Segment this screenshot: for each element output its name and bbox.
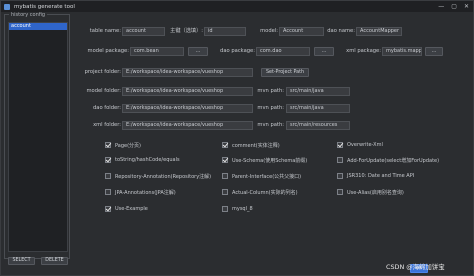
checkbox-icon [105,173,111,179]
xml-package-label: xml package: [346,48,381,54]
dao-folder-field[interactable]: E:/workspace/idea-workspace/vueshop [122,104,253,113]
app-window: mybatis generate tool — ▢ ✕ history conf… [0,0,474,276]
app-icon [4,3,10,10]
window-title: mybatis generate tool [14,3,75,10]
checkbox-icon [222,189,228,195]
list-item[interactable]: account [9,23,67,30]
maximize-icon[interactable]: ▢ [451,3,457,10]
option-use-schema-checkbox[interactable]: Use-Schema(使用Schema前缀) [222,156,307,164]
option-overwrite-xml-checkbox[interactable]: Overwrite-Xml [337,141,383,149]
dao-mvn-path-label: mvn path: [257,105,284,111]
history-config-list[interactable]: account [8,22,68,252]
checkbox-icon [222,157,228,163]
window-controls: — ▢ ✕ [438,3,469,10]
xml-folder-field[interactable]: E:/workspace/idea-workspace/vueshop [122,121,253,130]
checkbox-icon [337,173,343,179]
checkbox-icon [105,157,111,163]
checkbox-icon [337,142,343,148]
checkbox-icon [222,142,228,148]
model-label: model: [260,28,278,34]
checkbox-icon [337,157,343,163]
delete-button[interactable]: DELETE [41,257,68,265]
checkbox-icon [105,142,111,148]
xml-mvn-path-field[interactable]: src/main/resources [286,121,350,130]
checkbox-icon [222,206,228,212]
select-button[interactable]: SELECT [8,257,35,265]
model-mvn-path-label: mvn path: [257,88,284,94]
checkbox-icon [105,189,111,195]
dao-folder-label: dao folder: [92,105,121,111]
option-actual-column-checkbox[interactable]: Actual-Column(实际的列名) [222,188,298,196]
dao-package-field[interactable]: com.dao [256,47,310,56]
table-name-label: table name: [89,28,121,34]
set-project-path-button[interactable]: Set-Project Path [261,68,309,77]
dao-mvn-path-field[interactable]: src/main/java [286,104,350,113]
primary-key-label: 主键（选填）: [170,28,203,34]
option-repository-annotation-checkbox[interactable]: Repository-Annotation(Repository注解) [105,172,211,180]
model-package-browse-button[interactable]: ... [188,47,208,56]
sidebar-actions: SELECT DELETE [8,257,72,265]
option-page-checkbox[interactable]: Page(分页) [105,141,141,149]
option-mysql8-checkbox[interactable]: mysql_8 [222,205,253,213]
dao-package-label: dao package: [220,48,255,54]
project-folder-field[interactable]: E:/workspace/idea-workspace/vueshop [122,68,253,77]
model-package-label: model package: [87,48,129,54]
option-parent-interface-checkbox[interactable]: Parent-Interface(公共父接口) [222,172,301,180]
title-bar: mybatis generate tool — ▢ ✕ [1,1,473,12]
dao-package-browse-button[interactable]: ... [314,47,334,56]
option-jsr310-checkbox[interactable]: JSR310: Date and Time API [337,172,414,180]
dao-name-label: dao name: [327,28,355,34]
project-folder-label: project folder: [84,69,121,75]
option-add-forupdate-checkbox[interactable]: Add-ForUpdate(select增加ForUpdate) [337,156,439,164]
history-config-panel: history config account SELECT DELETE [4,12,70,265]
model-folder-label: model folder: [86,88,121,94]
watermark: CSDN @海绵加饼宝 [386,263,445,271]
table-name-field[interactable]: account [122,27,165,36]
option-use-alias-checkbox[interactable]: Use-Alias(启用别名查询) [337,188,404,196]
minimize-icon[interactable]: — [438,3,444,10]
xml-folder-label: xml folder: [93,122,121,128]
checkbox-icon [105,206,111,212]
primary-key-field[interactable]: id [204,27,246,36]
dao-name-field[interactable]: AccountMapper [356,27,402,36]
model-name-field[interactable]: Account [279,27,324,36]
close-icon[interactable]: ✕ [464,3,469,10]
model-package-field[interactable]: com.bean [130,47,184,56]
xml-package-field[interactable]: mybatis.mapper [382,47,422,56]
checkbox-icon [337,189,343,195]
xml-package-browse-button[interactable]: ... [425,47,443,56]
option-comment-checkbox[interactable]: comment(实体注释) [222,141,280,149]
option-tostring-checkbox[interactable]: toString/hashCode/equals [105,156,180,164]
option-jpa-annotations-checkbox[interactable]: JPA-Annotations(JPA注解) [105,188,176,196]
checkbox-icon [222,173,228,179]
model-folder-field[interactable]: E:/workspace/idea-workspace/vueshop [122,87,253,96]
xml-mvn-path-label: mvn path: [257,122,284,128]
model-mvn-path-field[interactable]: src/main/java [286,87,350,96]
option-use-example-checkbox[interactable]: Use-Example [105,205,148,213]
history-config-legend: history config [9,12,48,18]
